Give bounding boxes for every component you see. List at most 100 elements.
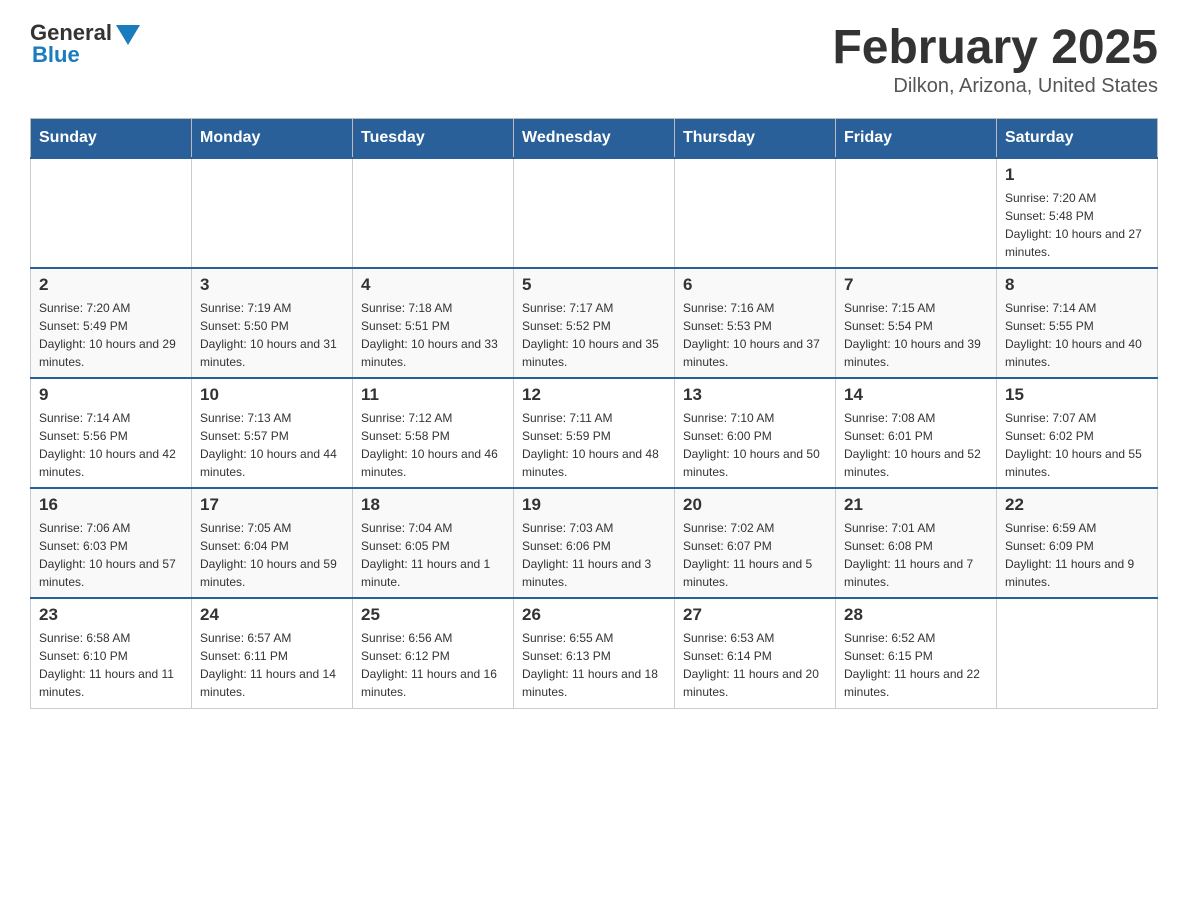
day-number: 20 [683, 495, 827, 515]
calendar-cell: 6 Sunrise: 7:16 AM Sunset: 5:53 PM Daylig… [675, 268, 836, 378]
day-info: Sunrise: 7:16 AM Sunset: 5:53 PM Dayligh… [683, 299, 827, 371]
calendar-cell: 17 Sunrise: 7:05 AM Sunset: 6:04 PM Dayli… [192, 488, 353, 598]
calendar-cell: 23 Sunrise: 6:58 AM Sunset: 6:10 PM Dayli… [31, 598, 192, 708]
calendar-cell: 27 Sunrise: 6:53 AM Sunset: 6:14 PM Dayli… [675, 598, 836, 708]
day-info: Sunrise: 7:05 AM Sunset: 6:04 PM Dayligh… [200, 519, 344, 591]
weekday-header-wednesday: Wednesday [514, 119, 675, 159]
logo-blue-text: Blue [32, 42, 80, 68]
calendar-cell [675, 158, 836, 268]
day-number: 26 [522, 605, 666, 625]
day-info: Sunrise: 6:57 AM Sunset: 6:11 PM Dayligh… [200, 629, 344, 701]
day-info: Sunrise: 7:03 AM Sunset: 6:06 PM Dayligh… [522, 519, 666, 591]
location-text: Dilkon, Arizona, United States [832, 75, 1158, 98]
calendar-table: SundayMondayTuesdayWednesdayThursdayFrid… [30, 118, 1158, 709]
calendar-week-3: 9 Sunrise: 7:14 AM Sunset: 5:56 PM Daylig… [31, 378, 1158, 488]
logo-triangle-icon [116, 25, 140, 45]
day-info: Sunrise: 6:56 AM Sunset: 6:12 PM Dayligh… [361, 629, 505, 701]
day-info: Sunrise: 7:18 AM Sunset: 5:51 PM Dayligh… [361, 299, 505, 371]
calendar-cell: 5 Sunrise: 7:17 AM Sunset: 5:52 PM Daylig… [514, 268, 675, 378]
day-info: Sunrise: 7:07 AM Sunset: 6:02 PM Dayligh… [1005, 409, 1149, 481]
calendar-cell: 3 Sunrise: 7:19 AM Sunset: 5:50 PM Daylig… [192, 268, 353, 378]
day-info: Sunrise: 6:55 AM Sunset: 6:13 PM Dayligh… [522, 629, 666, 701]
day-info: Sunrise: 7:14 AM Sunset: 5:55 PM Dayligh… [1005, 299, 1149, 371]
day-number: 28 [844, 605, 988, 625]
day-number: 18 [361, 495, 505, 515]
day-info: Sunrise: 7:17 AM Sunset: 5:52 PM Dayligh… [522, 299, 666, 371]
calendar-cell: 1 Sunrise: 7:20 AM Sunset: 5:48 PM Daylig… [997, 158, 1158, 268]
calendar-cell: 14Sunrise: 7:08 AM Sunset: 6:01 PM Dayli… [836, 378, 997, 488]
calendar-cell [192, 158, 353, 268]
day-number: 22 [1005, 495, 1149, 515]
calendar-cell: 2 Sunrise: 7:20 AM Sunset: 5:49 PM Daylig… [31, 268, 192, 378]
calendar-cell: 16 Sunrise: 7:06 AM Sunset: 6:03 PM Dayli… [31, 488, 192, 598]
day-info: Sunrise: 7:04 AM Sunset: 6:05 PM Dayligh… [361, 519, 505, 591]
calendar-cell: 26 Sunrise: 6:55 AM Sunset: 6:13 PM Dayli… [514, 598, 675, 708]
day-number: 7 [844, 275, 988, 295]
calendar-cell: 22Sunrise: 6:59 AM Sunset: 6:09 PM Dayli… [997, 488, 1158, 598]
day-info: Sunrise: 7:10 AM Sunset: 6:00 PM Dayligh… [683, 409, 827, 481]
day-number: 13 [683, 385, 827, 405]
calendar-week-4: 16 Sunrise: 7:06 AM Sunset: 6:03 PM Dayli… [31, 488, 1158, 598]
calendar-cell: 13 Sunrise: 7:10 AM Sunset: 6:00 PM Dayli… [675, 378, 836, 488]
title-section: February 2025 Dilkon, Arizona, United St… [832, 20, 1158, 98]
calendar-cell: 4Sunrise: 7:18 AM Sunset: 5:51 PM Daylig… [353, 268, 514, 378]
day-number: 3 [200, 275, 344, 295]
day-info: Sunrise: 7:20 AM Sunset: 5:48 PM Dayligh… [1005, 189, 1149, 261]
weekday-header-thursday: Thursday [675, 119, 836, 159]
calendar-cell: 11 Sunrise: 7:12 AM Sunset: 5:58 PM Dayli… [353, 378, 514, 488]
day-info: Sunrise: 6:58 AM Sunset: 6:10 PM Dayligh… [39, 629, 183, 701]
day-number: 17 [200, 495, 344, 515]
day-number: 11 [361, 385, 505, 405]
weekday-header-tuesday: Tuesday [353, 119, 514, 159]
day-info: Sunrise: 6:52 AM Sunset: 6:15 PM Dayligh… [844, 629, 988, 701]
day-number: 23 [39, 605, 183, 625]
calendar-cell [31, 158, 192, 268]
day-info: Sunrise: 6:53 AM Sunset: 6:14 PM Dayligh… [683, 629, 827, 701]
day-info: Sunrise: 7:19 AM Sunset: 5:50 PM Dayligh… [200, 299, 344, 371]
calendar-cell: 9 Sunrise: 7:14 AM Sunset: 5:56 PM Daylig… [31, 378, 192, 488]
calendar-cell: 8 Sunrise: 7:14 AM Sunset: 5:55 PM Daylig… [997, 268, 1158, 378]
day-info: Sunrise: 7:20 AM Sunset: 5:49 PM Dayligh… [39, 299, 183, 371]
calendar-cell [997, 598, 1158, 708]
month-title: February 2025 [832, 20, 1158, 75]
page-header: General Blue February 2025 Dilkon, Arizo… [30, 20, 1158, 98]
day-info: Sunrise: 7:15 AM Sunset: 5:54 PM Dayligh… [844, 299, 988, 371]
day-number: 27 [683, 605, 827, 625]
day-number: 5 [522, 275, 666, 295]
day-number: 6 [683, 275, 827, 295]
calendar-cell: 10Sunrise: 7:13 AM Sunset: 5:57 PM Dayli… [192, 378, 353, 488]
calendar-cell: 19Sunrise: 7:03 AM Sunset: 6:06 PM Dayli… [514, 488, 675, 598]
day-info: Sunrise: 7:11 AM Sunset: 5:59 PM Dayligh… [522, 409, 666, 481]
calendar-week-2: 2 Sunrise: 7:20 AM Sunset: 5:49 PM Daylig… [31, 268, 1158, 378]
weekday-header-saturday: Saturday [997, 119, 1158, 159]
day-number: 25 [361, 605, 505, 625]
day-info: Sunrise: 7:06 AM Sunset: 6:03 PM Dayligh… [39, 519, 183, 591]
day-number: 15 [1005, 385, 1149, 405]
day-number: 2 [39, 275, 183, 295]
day-number: 8 [1005, 275, 1149, 295]
day-number: 21 [844, 495, 988, 515]
day-number: 24 [200, 605, 344, 625]
calendar-cell: 20 Sunrise: 7:02 AM Sunset: 6:07 PM Dayli… [675, 488, 836, 598]
day-number: 1 [1005, 165, 1149, 185]
calendar-header-row: SundayMondayTuesdayWednesdayThursdayFrid… [31, 119, 1158, 159]
calendar-cell: 21Sunrise: 7:01 AM Sunset: 6:08 PM Dayli… [836, 488, 997, 598]
day-info: Sunrise: 7:12 AM Sunset: 5:58 PM Dayligh… [361, 409, 505, 481]
calendar-week-5: 23 Sunrise: 6:58 AM Sunset: 6:10 PM Dayli… [31, 598, 1158, 708]
calendar-cell: 24 Sunrise: 6:57 AM Sunset: 6:11 PM Dayli… [192, 598, 353, 708]
day-info: Sunrise: 7:14 AM Sunset: 5:56 PM Dayligh… [39, 409, 183, 481]
weekday-header-monday: Monday [192, 119, 353, 159]
day-info: Sunrise: 7:02 AM Sunset: 6:07 PM Dayligh… [683, 519, 827, 591]
calendar-cell: 28 Sunrise: 6:52 AM Sunset: 6:15 PM Dayli… [836, 598, 997, 708]
day-number: 9 [39, 385, 183, 405]
calendar-cell: 12 Sunrise: 7:11 AM Sunset: 5:59 PM Dayli… [514, 378, 675, 488]
day-number: 14 [844, 385, 988, 405]
calendar-cell [514, 158, 675, 268]
logo: General Blue [30, 20, 140, 68]
day-info: Sunrise: 7:13 AM Sunset: 5:57 PM Dayligh… [200, 409, 344, 481]
day-number: 12 [522, 385, 666, 405]
calendar-cell [836, 158, 997, 268]
weekday-header-sunday: Sunday [31, 119, 192, 159]
day-number: 16 [39, 495, 183, 515]
weekday-header-friday: Friday [836, 119, 997, 159]
